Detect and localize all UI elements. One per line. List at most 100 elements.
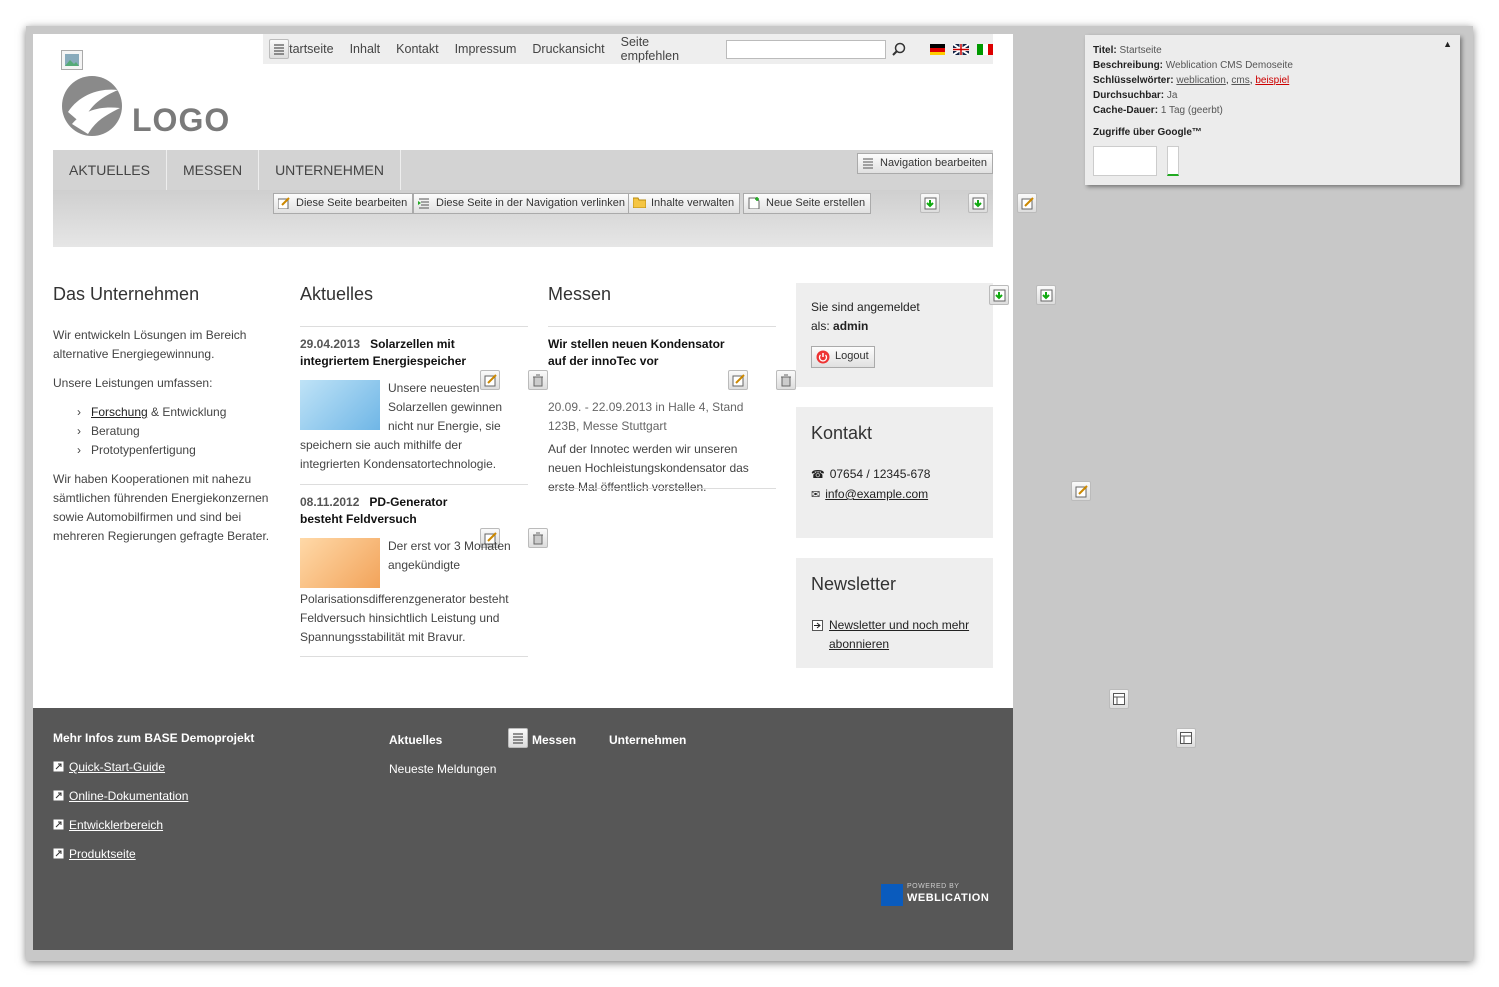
footer-col-aktuelles[interactable]: Aktuelles [389, 733, 442, 747]
news-item: 29.04.2013 Solarzellen mit integriertem E… [300, 336, 549, 471]
newsletter-title: Newsletter [811, 574, 897, 594]
info-title-label: Titel: [1093, 45, 1117, 56]
layout-icon[interactable] [1109, 689, 1130, 709]
weblication-logo-square [881, 884, 903, 906]
weblication-brand: WEBLICATION [907, 892, 990, 904]
page-info-panel: Titel: Startseite Beschreibung: Weblicat… [1085, 35, 1460, 185]
event-title[interactable]: Wir stellen neuen Kondensator auf der in… [548, 336, 726, 370]
topnav-impressum[interactable]: Impressum [455, 42, 517, 56]
logout-button[interactable]: Logout [811, 346, 875, 368]
news-text-rest: speichern sie auch mithilfe der integrie… [300, 438, 497, 471]
insert-green-icon[interactable] [989, 285, 1010, 305]
info-cache-row: Cache-Dauer: 1 Tag (geerbt) [1093, 103, 1452, 118]
login-status: Sie sind angemeldet [811, 300, 920, 314]
col2-title: Aktuelles [300, 284, 374, 304]
flag-uk-icon[interactable] [953, 43, 970, 55]
newsletter-link[interactable]: Newsletter und noch mehr abonnieren [829, 616, 984, 654]
contact-email-link[interactable]: info@example.com [825, 487, 928, 501]
contact-email-row: ✉ info@example.com [811, 485, 981, 505]
link-navigation-label: Diese Seite in der Navigation verlinken [436, 197, 625, 209]
footer-links: Quick-Start-Guide Online-Dokumentation E… [53, 760, 188, 876]
footer-link-row: Entwicklerbereich [53, 818, 188, 847]
list-item-text: Prototypenfertigung [91, 443, 196, 457]
info-search-value: Ja [1166, 90, 1178, 101]
topnav-druckansicht[interactable]: Druckansicht [532, 42, 604, 56]
flag-it-icon[interactable] [977, 43, 994, 55]
footer-sub-meldungen[interactable]: Neueste Meldungen [389, 762, 496, 776]
event-item: Wir stellen neuen Kondensator auf der in… [548, 336, 797, 497]
edit-pencil-icon[interactable] [1016, 193, 1037, 213]
trash-icon[interactable] [776, 370, 797, 390]
search-icon[interactable] [892, 42, 906, 56]
insert-green-icon[interactable] [920, 193, 940, 213]
layout-icon[interactable] [1175, 728, 1196, 748]
manage-content-button[interactable]: Inhalte verwalten [628, 193, 741, 214]
info-desc-value: Weblication CMS Demoseite [1165, 60, 1293, 71]
edit-pencil-icon[interactable] [1070, 481, 1091, 501]
footer-link-product[interactable]: Produktseite [69, 847, 136, 861]
external-link-icon [53, 819, 64, 830]
news-thumbnail[interactable] [300, 538, 380, 588]
event-meta: 20.09. - 22.09.2013 in Halle 4, Stand 12… [548, 400, 744, 433]
keyword-link[interactable]: weblication [1176, 75, 1225, 86]
trash-icon[interactable] [528, 370, 549, 390]
trash-icon[interactable] [528, 528, 549, 548]
insert-green-icon-2[interactable] [968, 193, 989, 213]
info-keywords-row: Schlüsselwörter: weblication, cms, beisp… [1093, 75, 1290, 86]
topnav-seite-empfehlen[interactable]: Seite empfehlen [621, 35, 710, 63]
nav-link-icon [418, 198, 429, 209]
forschung-link[interactable]: Forschung [91, 405, 148, 419]
edit-page-label: Diese Seite bearbeiten [296, 197, 408, 209]
keyword-link[interactable]: beispiel [1255, 75, 1289, 86]
footer-col-messen[interactable]: Messen [532, 733, 576, 747]
mainnav-aktuelles[interactable]: AKTUELLES [53, 150, 167, 190]
col3-title: Messen [548, 284, 612, 304]
edit-list-icon[interactable] [508, 728, 529, 748]
info-title-row: Titel: Startseite [1093, 43, 1452, 58]
image-placeholder-icon[interactable] [61, 50, 83, 70]
news-text-rest: Polarisationsdifferenzgenerator besteht … [300, 592, 509, 644]
edit-page-button[interactable]: Diese Seite bearbeiten [273, 193, 414, 214]
login-user: admin [833, 319, 869, 333]
arrow-link-icon [812, 620, 823, 631]
news-date: 08.11.2012 [300, 495, 360, 509]
contact-title: Kontakt [811, 423, 873, 443]
list-icon [863, 158, 873, 169]
footer-link-row: Quick-Start-Guide [53, 760, 188, 789]
list-item: › Beratung [77, 424, 140, 438]
flag-de-icon[interactable] [929, 43, 946, 55]
info-google-label: Zugriffe über Google™ [1093, 127, 1202, 138]
info-search-row: Durchsuchbar: Ja [1093, 88, 1452, 103]
weblication-badge[interactable]: POWERED BY WEBLICATION [881, 883, 996, 907]
footer-link-quickstart[interactable]: Quick-Start-Guide [69, 760, 165, 774]
collapse-arrow-icon[interactable]: ▲ [1443, 39, 1452, 49]
info-cache-label: Cache-Dauer: [1093, 105, 1159, 116]
link-navigation-button[interactable]: Diese Seite in der Navigation verlinken [413, 193, 631, 214]
insert-green-icon-2[interactable] [1036, 285, 1057, 305]
mainnav-unternehmen[interactable]: UNTERNEHMEN [259, 150, 401, 190]
topnav-inhalt[interactable]: Inhalt [350, 42, 381, 56]
login-prefix: als: [811, 319, 834, 333]
footer-link-dev[interactable]: Entwicklerbereich [69, 818, 163, 832]
mainnav-messen[interactable]: MESSEN [167, 150, 260, 190]
main-navigation: AKTUELLES MESSEN UNTERNEHMEN [53, 150, 993, 190]
new-page-button[interactable]: Neue Seite erstellen [743, 193, 872, 214]
edit-list-icon[interactable] [269, 39, 289, 59]
news-thumbnail[interactable] [300, 380, 380, 430]
pencil-icon [278, 197, 290, 209]
info-desc-row: Beschreibung: Weblication CMS Demoseite [1093, 58, 1452, 73]
footer-link-docs[interactable]: Online-Dokumentation [69, 789, 188, 803]
keyword-link[interactable]: cms [1231, 75, 1249, 86]
edit-navigation-button[interactable]: Navigation bearbeiten [857, 153, 994, 174]
list-item: › Forschung & Entwicklung [77, 405, 227, 419]
power-icon [816, 350, 830, 364]
edit-pencil-icon[interactable] [728, 370, 748, 390]
footer-title: Mehr Infos zum BASE Demoprojekt [53, 731, 255, 745]
top-navigation: Startseite Inhalt Kontakt Impressum Druc… [263, 34, 994, 64]
footer-col-unternehmen[interactable]: Unternehmen [609, 733, 686, 747]
search-input[interactable] [725, 39, 886, 59]
logo[interactable]: LOGO [60, 74, 230, 138]
google-chart [1093, 146, 1157, 176]
topnav-kontakt[interactable]: Kontakt [396, 42, 438, 56]
footer-link-row: Online-Dokumentation [53, 789, 188, 818]
